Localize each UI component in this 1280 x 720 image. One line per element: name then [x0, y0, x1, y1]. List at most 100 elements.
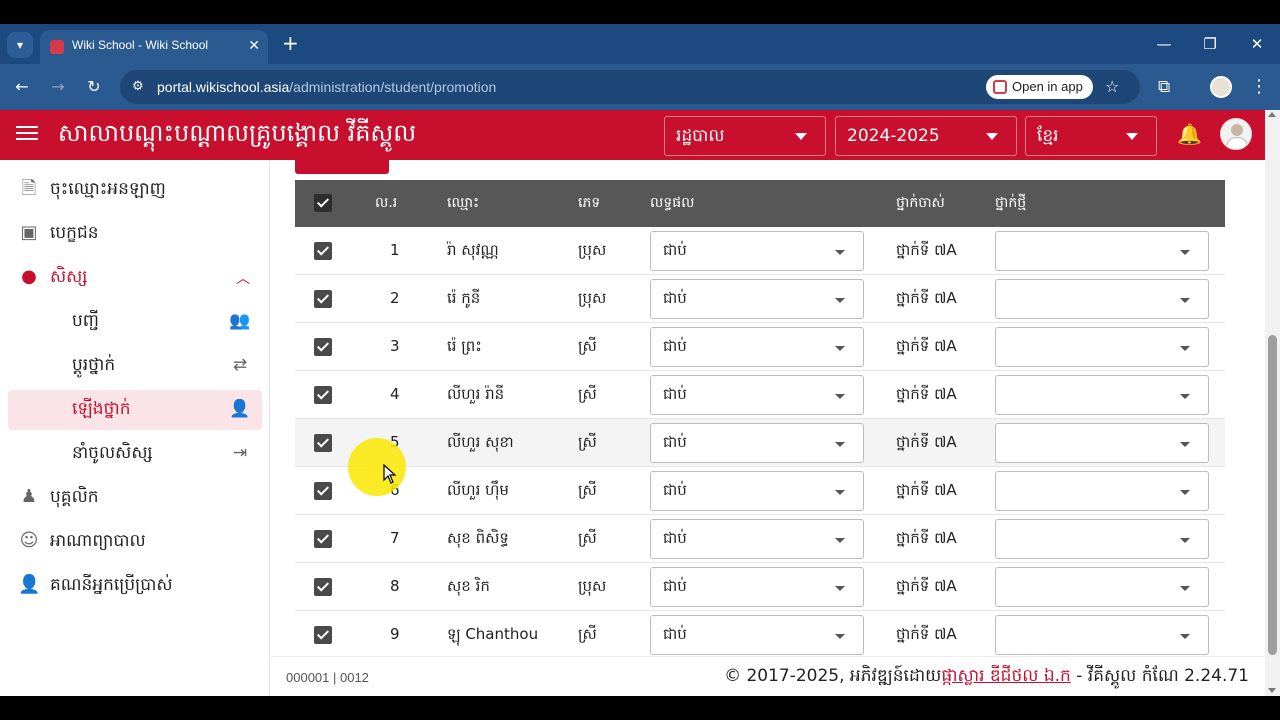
more-menu-icon[interactable]: ⋮ [1250, 75, 1268, 99]
row-checkbox[interactable] [314, 578, 332, 596]
person-icon: 👤 [18, 574, 41, 595]
row-checkbox[interactable] [314, 242, 332, 260]
main-content: ល.រ ឈ្មោះ ភេទ លទ្ធផល ថ្នាក់ចាស់ ថ្នាក់ថ្… [271, 160, 1265, 656]
scroll-up-icon[interactable] [1268, 112, 1276, 117]
table-row: 4 លីហួរ រ៉ានី ស្រី ជាប់ ថ្នាក់ទី ៧A [295, 371, 1225, 419]
result-select[interactable]: ជាប់ [650, 471, 864, 511]
cell-gender: ប្រុស [578, 289, 607, 307]
new-class-select[interactable] [995, 375, 1209, 415]
row-checkbox[interactable] [314, 482, 332, 500]
sidebar-item-change-class[interactable]: ប្តូរថ្នាក់ ⇄ [8, 346, 262, 386]
tab-search-icon[interactable]: ▾ [7, 32, 33, 58]
new-class-select[interactable] [995, 519, 1209, 559]
header-result: លទ្ធផល [650, 195, 695, 211]
chevron-down-icon [1180, 634, 1190, 639]
table-row: 8 សុខ រិក ប្រុស ជាប់ ថ្នាក់ទី ៧A [295, 563, 1225, 611]
language-select[interactable]: ខ្មែរ [1025, 116, 1157, 156]
role-select[interactable]: រដ្ឋបាល [664, 116, 826, 156]
cell-name: លីហួរ រ៉ានី [447, 385, 505, 403]
menu-icon[interactable] [16, 123, 38, 145]
row-checkbox[interactable] [314, 626, 332, 644]
cell-name: លីហួរ ហ៊ឹម [447, 481, 509, 499]
scroll-down-icon[interactable] [1268, 688, 1276, 693]
row-checkbox[interactable] [314, 530, 332, 548]
app-icon [993, 80, 1007, 94]
sidebar-item-student-list[interactable]: បញ្ជី 👥 [8, 302, 262, 342]
sidebar-item-online-registration[interactable]: 🗎 ចុះឈ្មោះអនឡាញ [8, 170, 262, 210]
forward-icon[interactable]: → [46, 75, 70, 99]
new-class-select[interactable] [995, 567, 1209, 607]
sidebar-item-candidates[interactable]: ▣ បេក្ខជន [8, 214, 262, 254]
chevron-down-icon [1180, 394, 1190, 399]
minimize-icon[interactable]: — [1152, 32, 1176, 56]
chevron-down-icon [1126, 133, 1138, 140]
sidebar-item-promotion[interactable]: ឡើងថ្នាក់ 👤 [8, 390, 262, 430]
result-select[interactable]: ជាប់ [650, 567, 864, 607]
result-select[interactable]: ជាប់ [650, 423, 864, 463]
sidebar-item-guardians[interactable]: ☺ អាណាព្យាបាល [8, 522, 262, 562]
profile-avatar[interactable] [1210, 76, 1232, 98]
cell-gender: ប្រុស [578, 241, 607, 259]
restore-icon[interactable]: ❐ [1198, 32, 1222, 56]
new-tab-icon[interactable]: + [282, 32, 299, 54]
url-input[interactable]: ⚙ portal.wikischool.asia/administration/… [120, 70, 1140, 104]
sidebar-item-students[interactable]: ● សិស្ស ︿ [8, 258, 262, 298]
extensions-icon[interactable]: ⧉ [1158, 75, 1170, 99]
notification-bell-icon[interactable]: 🔔 [1177, 121, 1202, 147]
result-select[interactable]: ជាប់ [650, 375, 864, 415]
back-icon[interactable]: ← [10, 75, 34, 99]
result-select[interactable]: ជាប់ [650, 231, 864, 271]
chevron-down-icon [835, 394, 845, 399]
reload-icon[interactable]: ↻ [82, 75, 106, 99]
cell-gender: ប្រុស [578, 577, 607, 595]
scroll-thumb[interactable] [1268, 335, 1277, 655]
result-select[interactable]: ជាប់ [650, 327, 864, 367]
chevron-down-icon [1180, 298, 1190, 303]
cell-no: 7 [390, 529, 400, 547]
user-avatar[interactable] [1220, 118, 1252, 150]
new-class-select[interactable] [995, 423, 1209, 463]
new-class-select[interactable] [995, 471, 1209, 511]
result-select[interactable]: ជាប់ [650, 519, 864, 559]
chevron-down-icon [1180, 250, 1190, 255]
chevron-down-icon [835, 298, 845, 303]
new-class-select[interactable] [995, 615, 1209, 655]
sidebar-item-import-students[interactable]: នាំចូលសិស្ស ⇥ [8, 434, 262, 474]
cursor-highlight [348, 438, 406, 496]
row-checkbox[interactable] [314, 338, 332, 356]
company-link[interactable]: ផ្កាស្លារ ឌីជីថល ឯ.ក [941, 666, 1071, 686]
bookmark-star-icon[interactable]: ☆ [1105, 76, 1119, 98]
close-window-icon[interactable]: ✕ [1245, 32, 1269, 56]
year-select[interactable]: 2024-2025 [835, 116, 1017, 156]
promote-button[interactable] [295, 160, 389, 174]
cell-gender: ស្រី [578, 433, 597, 451]
page-scrollbar[interactable] [1265, 110, 1280, 696]
person-add-icon: 👤 [229, 399, 251, 419]
row-checkbox[interactable] [314, 386, 332, 404]
sidebar: 🗎 ចុះឈ្មោះអនឡាញ ▣ បេក្ខជន ● សិស្ស ︿ បញ្ជ… [0, 160, 270, 696]
table-header: ល.រ ឈ្មោះ ភេទ លទ្ធផល ថ្នាក់ចាស់ ថ្នាក់ថ្… [295, 180, 1225, 227]
sidebar-item-staff[interactable]: ♟ បុគ្គលិក [8, 478, 262, 518]
open-in-app-button[interactable]: Open in app [986, 75, 1093, 99]
result-select[interactable]: ជាប់ [650, 279, 864, 319]
cell-old-class: ថ្នាក់ទី ៧A [896, 337, 957, 355]
app-header: សាលាបណ្តុះបណ្តាលគ្រូបង្គោល វីគីស្គូល រដ្… [0, 110, 1265, 160]
sidebar-item-user-accounts[interactable]: 👤 គណនីអ្នកប្រើប្រាស់ [8, 566, 262, 606]
select-all-checkbox[interactable] [314, 194, 332, 212]
new-class-select[interactable] [995, 279, 1209, 319]
cell-gender: ស្រី [578, 385, 597, 403]
row-checkbox[interactable] [314, 290, 332, 308]
browser-tab[interactable]: Wiki School - Wiki School ✕ [40, 30, 268, 64]
close-tab-icon[interactable]: ✕ [248, 36, 260, 56]
cell-no: 1 [390, 241, 400, 259]
result-select[interactable]: ជាប់ [650, 615, 864, 655]
new-class-select[interactable] [995, 327, 1209, 367]
cell-no: 2 [390, 289, 400, 307]
new-class-select[interactable] [995, 231, 1209, 271]
row-checkbox[interactable] [314, 434, 332, 452]
document-icon: 🗎 [21, 178, 37, 199]
site-info-icon[interactable]: ⚙ [132, 78, 144, 96]
table-row: 7 សុខ ពិសិទ្ធ ស្រី ជាប់ ថ្នាក់ទី ៧A [295, 515, 1225, 563]
address-bar: ← → ↻ ⚙ portal.wikischool.asia/administr… [0, 64, 1280, 110]
header-gender: ភេទ [578, 195, 601, 211]
